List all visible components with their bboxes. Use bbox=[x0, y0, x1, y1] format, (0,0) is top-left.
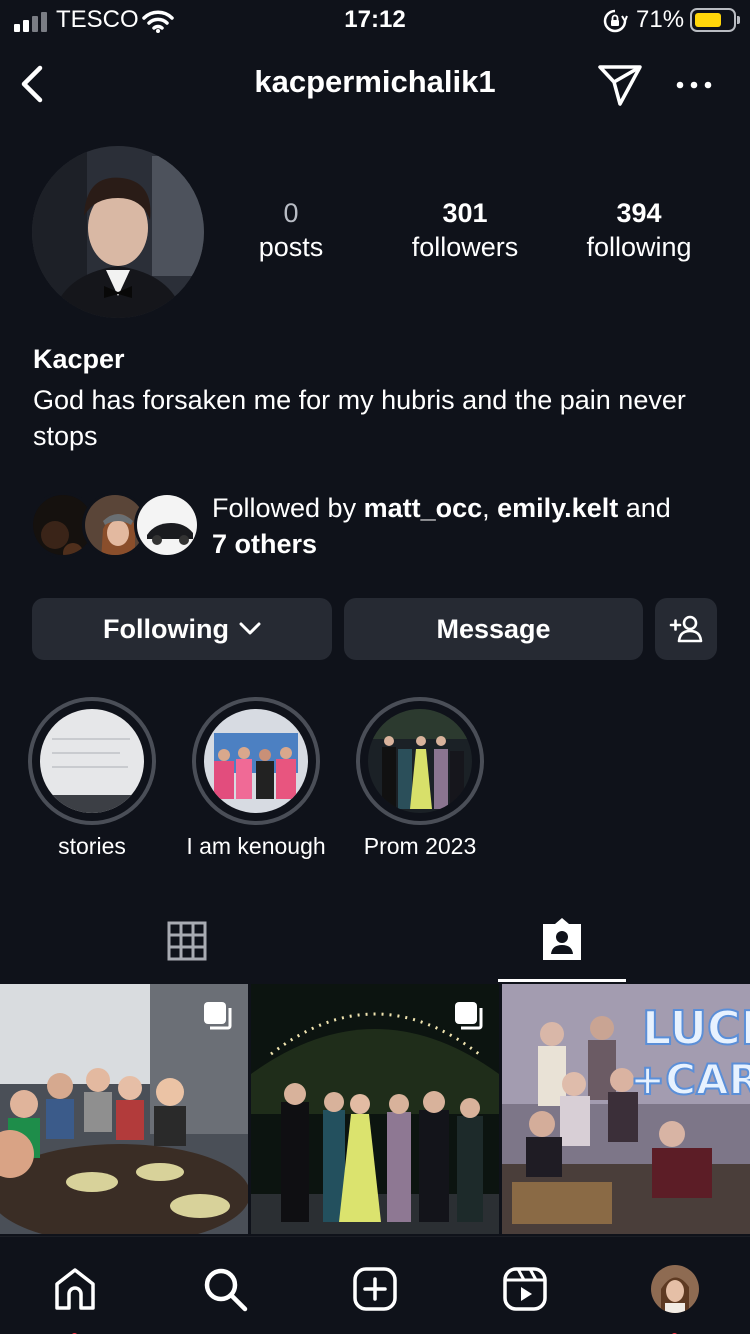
carousel-icon bbox=[455, 1002, 483, 1030]
following-button[interactable]: Following bbox=[32, 598, 332, 660]
grid-icon bbox=[167, 921, 207, 961]
battery-icon bbox=[690, 8, 740, 32]
profile-name: Kacper bbox=[33, 344, 125, 374]
svg-text:+CARA: +CARA bbox=[630, 1055, 750, 1104]
nav-search[interactable] bbox=[195, 1259, 255, 1319]
mutual-user-link[interactable]: emily.kelt bbox=[497, 493, 618, 523]
highlight-cover bbox=[368, 709, 472, 813]
bottom-navigation bbox=[0, 1236, 750, 1334]
nav-profile[interactable] bbox=[645, 1259, 705, 1334]
tagged-icon bbox=[543, 917, 581, 960]
highlight-ring bbox=[192, 697, 320, 825]
avatar bbox=[134, 492, 200, 558]
send-icon[interactable] bbox=[596, 62, 644, 108]
highlight-cover bbox=[204, 709, 308, 813]
avatar bbox=[651, 1265, 699, 1313]
grid-photo[interactable] bbox=[0, 984, 248, 1234]
grid-photo[interactable]: LUCIE +CARA bbox=[502, 984, 750, 1234]
search-icon bbox=[204, 1268, 248, 1312]
tab-posts-grid[interactable] bbox=[62, 900, 312, 982]
tab-tagged[interactable] bbox=[498, 900, 626, 982]
message-button[interactable]: Message bbox=[344, 598, 643, 660]
carousel-icon bbox=[204, 1002, 232, 1030]
rotation-lock-icon bbox=[603, 9, 628, 33]
profile-avatar[interactable] bbox=[32, 146, 204, 318]
highlight-ring bbox=[356, 697, 484, 825]
mutual-user-link[interactable]: matt_occ bbox=[364, 493, 483, 523]
status-bar: TESCO 17:12 71% bbox=[0, 0, 750, 44]
highlight-stories[interactable]: stories bbox=[27, 697, 157, 860]
mutual-others-link[interactable]: 7 others bbox=[212, 529, 317, 559]
nav-home[interactable] bbox=[45, 1259, 105, 1334]
home-icon bbox=[55, 1268, 95, 1310]
highlight-label: Prom 2023 bbox=[363, 833, 477, 859]
profile-bio: God has forsaken me for my hubris and th… bbox=[33, 385, 686, 451]
grid-photo[interactable] bbox=[251, 984, 499, 1234]
highlight-ring bbox=[28, 697, 156, 825]
tagged-photos-grid: LUCIE +CARA bbox=[0, 984, 750, 1234]
followers-count[interactable]: 301 followers bbox=[390, 198, 540, 263]
chevron-down-icon bbox=[239, 622, 261, 635]
nav-create[interactable] bbox=[345, 1259, 405, 1319]
following-count[interactable]: 394 following bbox=[562, 198, 716, 263]
battery-percent: 71% bbox=[636, 6, 685, 33]
highlight-prom-2023[interactable]: Prom 2023 bbox=[355, 697, 485, 860]
highlight-cover bbox=[40, 709, 144, 813]
add-user-icon bbox=[669, 615, 703, 643]
followed-by-text[interactable]: Followed by matt_occ, emily.kelt and 7 ot… bbox=[212, 490, 722, 562]
nav-reels[interactable] bbox=[495, 1259, 555, 1319]
create-icon bbox=[353, 1267, 397, 1311]
add-user-button[interactable] bbox=[655, 598, 717, 660]
mutual-followers-avatars[interactable] bbox=[30, 492, 200, 560]
svg-text:LUCIE: LUCIE bbox=[642, 1001, 750, 1055]
more-icon[interactable] bbox=[674, 72, 714, 98]
highlight-i-am-kenough[interactable]: I am kenough bbox=[186, 697, 326, 860]
reels-icon bbox=[503, 1267, 547, 1311]
posts-count: 0 posts bbox=[258, 198, 324, 262]
